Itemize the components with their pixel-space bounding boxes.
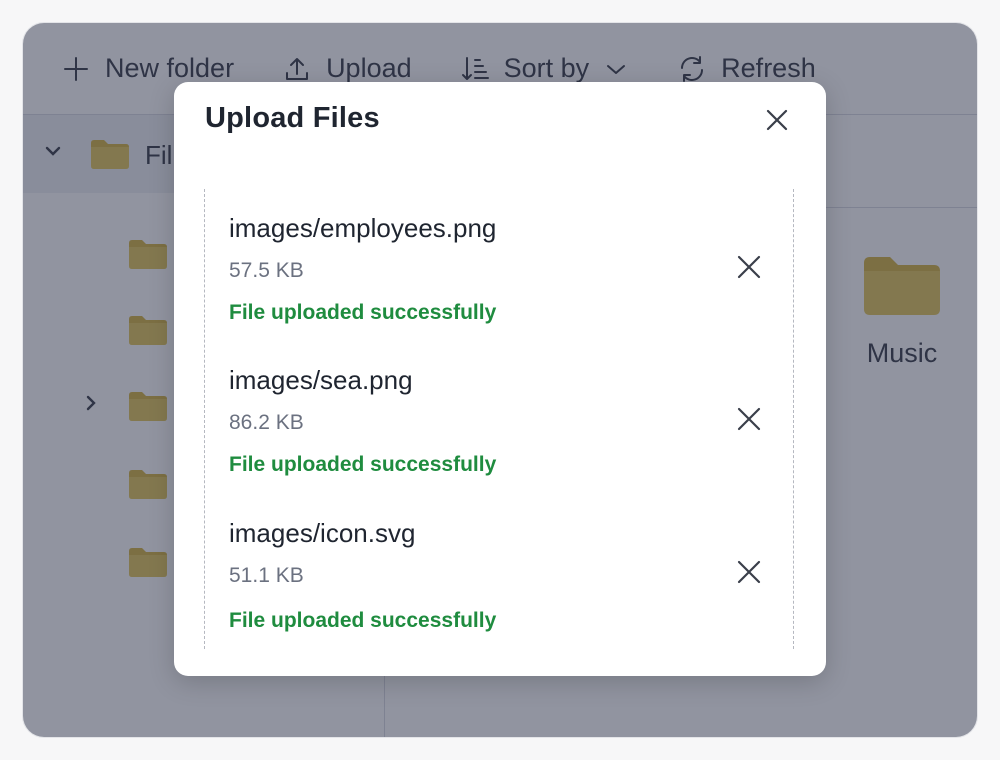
upload-file-list: images/employees.png 57.5 KB File upload…: [204, 189, 794, 649]
close-icon: [737, 255, 761, 284]
dialog-title: Upload Files: [205, 102, 380, 134]
file-name: images/employees.png: [229, 213, 497, 243]
file-size: 86.2 KB: [229, 411, 304, 434]
upload-status: File uploaded successfully: [229, 301, 497, 324]
list-item: images/icon.svg 51.1 KB File uploaded su…: [205, 494, 795, 634]
list-item: images/sea.png 86.2 KB File uploaded suc…: [205, 341, 795, 481]
upload-status: File uploaded successfully: [229, 609, 497, 632]
file-name: images/icon.svg: [229, 518, 416, 548]
file-size: 51.1 KB: [229, 564, 304, 587]
file-name: images/sea.png: [229, 365, 413, 395]
close-icon: [765, 108, 789, 137]
upload-files-dialog: Upload Files images/employees.png 57.5 K…: [174, 82, 826, 676]
file-size: 57.5 KB: [229, 259, 304, 282]
upload-status: File uploaded successfully: [229, 453, 497, 476]
close-icon: [737, 560, 761, 589]
close-icon: [737, 407, 761, 436]
list-item: images/employees.png 57.5 KB File upload…: [205, 189, 795, 329]
close-dialog-button[interactable]: [761, 106, 793, 138]
remove-file-button[interactable]: [733, 253, 765, 285]
remove-file-button[interactable]: [733, 558, 765, 590]
remove-file-button[interactable]: [733, 405, 765, 437]
